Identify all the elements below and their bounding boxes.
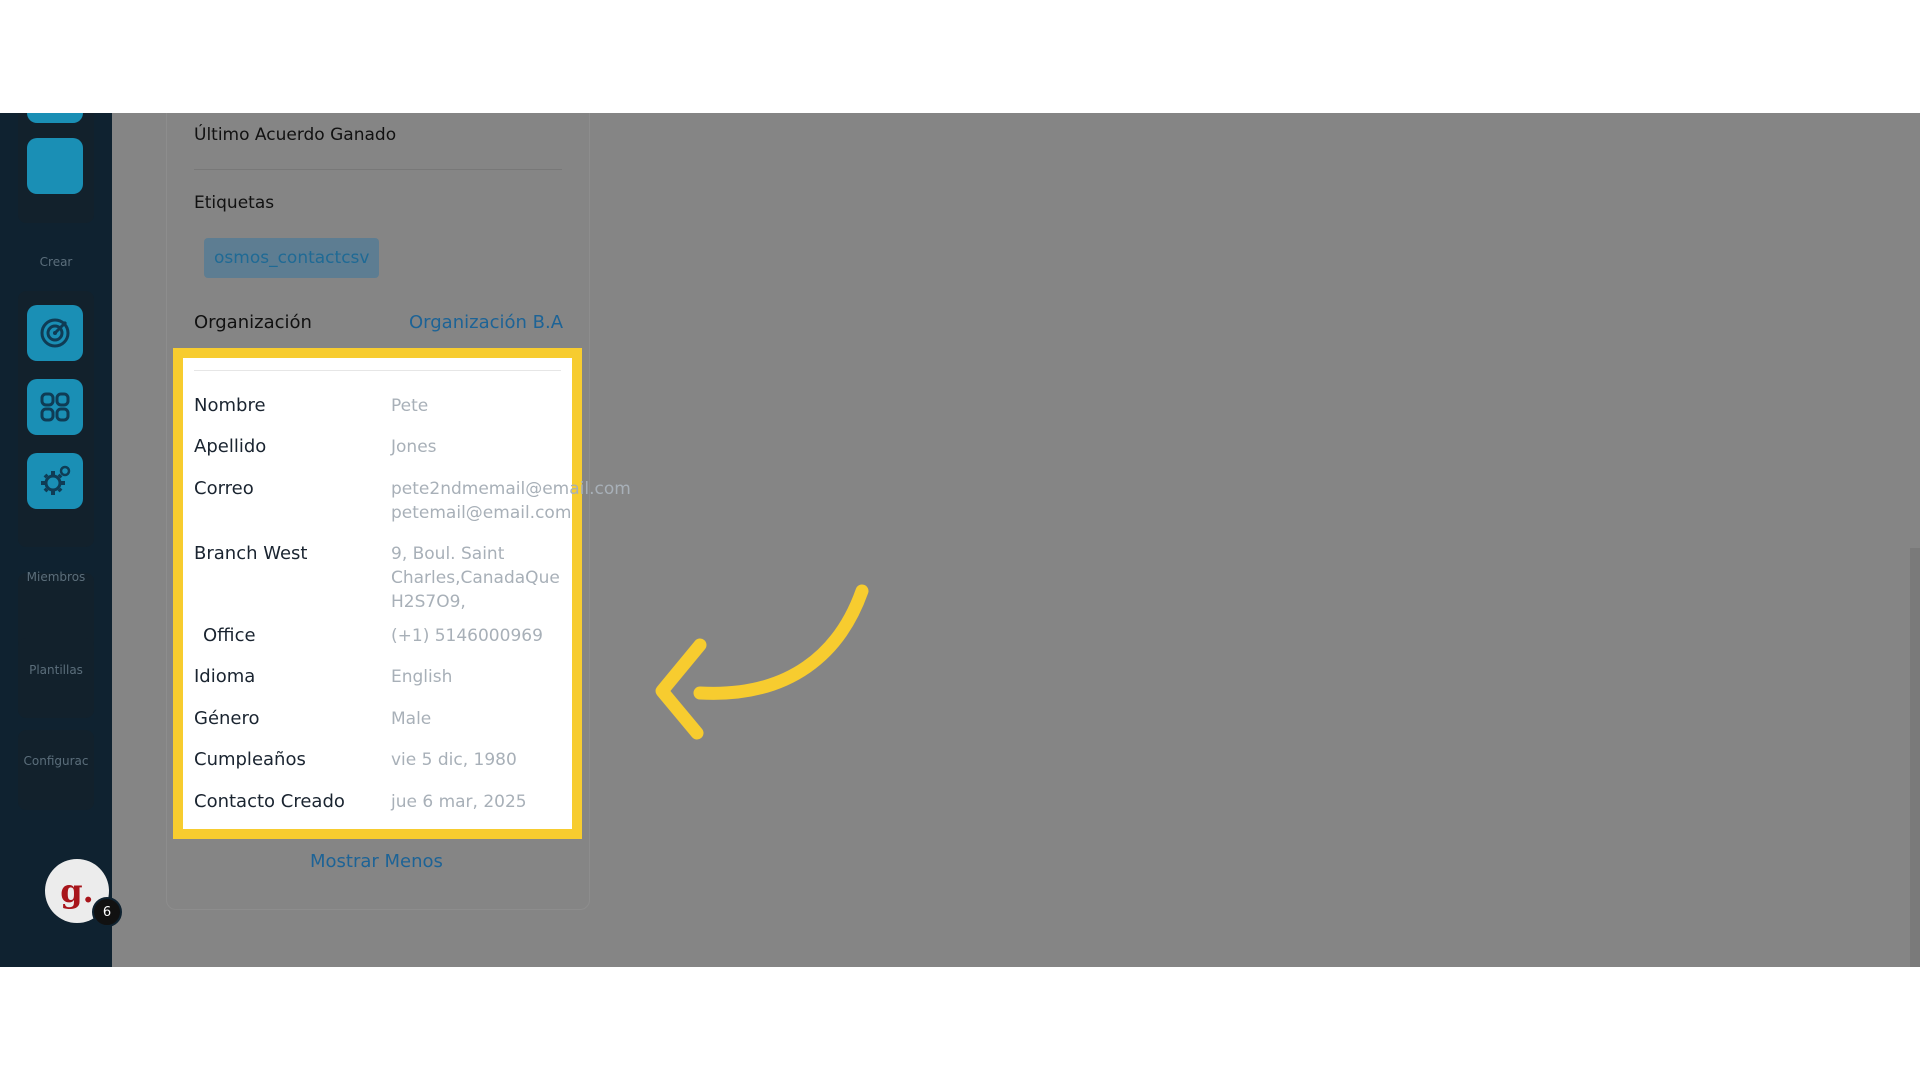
highlighted-details-box: Nombre Pete Apellido Jones Correo pete2n… xyxy=(173,348,631,839)
detail-label-genero: Género xyxy=(194,708,260,729)
detail-label-branch: Branch West xyxy=(194,543,308,564)
detail-label-contacto-creado: Contacto Creado xyxy=(194,791,345,812)
detail-label-idioma: Idioma xyxy=(194,666,256,687)
organizacion-link[interactable]: Organización B.A xyxy=(409,312,563,333)
detail-value-apellido: Jones xyxy=(391,437,437,457)
notification-badge: 6 xyxy=(92,897,122,927)
grid-icon xyxy=(40,392,70,422)
divider xyxy=(194,370,561,371)
sidebar-button-settings[interactable] xyxy=(27,453,83,509)
sidebar-label-plantillas[interactable]: Plantillas xyxy=(0,663,112,677)
detail-label-cumpleanos: Cumpleaños xyxy=(194,749,306,770)
sidebar-button-blank[interactable] xyxy=(27,138,83,194)
annotation-arrow-icon xyxy=(655,584,869,740)
detail-label-nombre: Nombre xyxy=(194,395,266,416)
app-window: Crear Miembros Plantillas Configurac g. … xyxy=(0,113,1920,967)
sidebar-button-partial[interactable] xyxy=(27,113,83,123)
scrollbar[interactable] xyxy=(1910,548,1920,967)
sidebar-section-plantillas[interactable] xyxy=(18,638,94,718)
sidebar: Crear Miembros Plantillas Configurac g. xyxy=(0,113,112,967)
detail-label-apellido: Apellido xyxy=(194,436,267,457)
detail-value-office[interactable]: (+1) 5146000969 xyxy=(391,624,543,648)
sidebar-button-target[interactable] xyxy=(27,305,83,361)
etiquetas-label: Etiquetas xyxy=(194,193,275,213)
sidebar-label-crear: Crear xyxy=(39,255,73,269)
show-less-link[interactable]: Mostrar Menos xyxy=(310,851,443,872)
ultimo-acuerdo-label: Último Acuerdo Ganado xyxy=(194,125,397,145)
detail-value-cumpleanos: vie 5 dic, 1980 xyxy=(391,750,517,770)
detail-value-genero: Male xyxy=(391,709,432,729)
tag-chip[interactable]: osmos_contactcsv xyxy=(204,238,380,278)
target-icon xyxy=(40,318,70,348)
detail-label-office: Office xyxy=(203,625,256,646)
sidebar-section-configuracion[interactable] xyxy=(18,730,94,810)
detail-value-correo[interactable]: pete2ndmemail@email.com petemail@email.c… xyxy=(391,477,631,525)
detail-value-branch: 9, Boul. Saint Charles,CanadaQue H2S7O9, xyxy=(391,544,560,612)
detail-value-contacto-creado: jue 6 mar, 2025 xyxy=(391,792,527,812)
organizacion-label: Organización xyxy=(194,312,312,333)
divider xyxy=(194,169,562,170)
detail-label-correo: Correo xyxy=(194,478,254,499)
detail-value-idioma: English xyxy=(391,667,453,687)
gear-icon xyxy=(41,465,71,495)
sidebar-label-miembros[interactable]: Miembros xyxy=(0,570,112,584)
detail-value-nombre: Pete xyxy=(391,396,429,416)
sidebar-button-grid[interactable] xyxy=(27,379,83,435)
sidebar-label-configuracion[interactable]: Configurac xyxy=(0,754,112,768)
